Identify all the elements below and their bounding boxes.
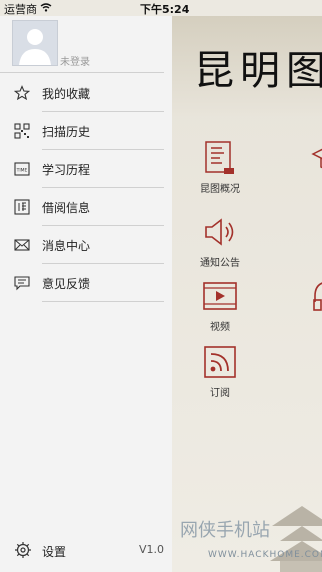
main-panel: 昆明图 昆图概况 学 通知公告 视频	[172, 16, 322, 572]
menu-item-messages[interactable]: 消息中心	[0, 226, 164, 264]
settings-label: 设置	[42, 545, 67, 559]
app-title: 昆明图	[194, 48, 322, 94]
wifi-icon	[40, 3, 52, 12]
svg-text:TIME: TIME	[16, 168, 28, 174]
tile-study[interactable]: 学	[294, 140, 322, 195]
tile-library-overview[interactable]: 昆图概况	[185, 140, 255, 195]
menu-item-label: 借阅信息	[42, 201, 91, 215]
settings-button[interactable]: 设置 V1.0	[0, 536, 164, 566]
mail-icon	[14, 239, 30, 251]
watermark-text: 网侠手机站	[180, 520, 270, 541]
graduation-icon	[311, 148, 322, 169]
clock: 下午5:24	[140, 3, 190, 16]
rss-icon	[204, 346, 236, 378]
menu-item-feedback[interactable]: 意见反馈	[0, 264, 164, 302]
menu-item-label: 意见反馈	[42, 277, 91, 291]
qr-scan-icon	[14, 123, 30, 139]
menu-item-learning-history[interactable]: TIME 学习历程	[0, 150, 164, 188]
user-silhouette-icon	[19, 29, 51, 65]
tile-label: 通知公告	[200, 258, 240, 269]
tile-label: 订阅	[210, 388, 230, 399]
login-status[interactable]: 未登录	[60, 53, 90, 68]
tile-audio[interactable]: 有	[294, 278, 322, 333]
divider	[0, 72, 164, 73]
menu-item-label: 扫描历史	[42, 125, 91, 139]
library-overview-icon	[205, 141, 234, 174]
menu-item-scan-history[interactable]: 扫描历史	[0, 112, 164, 150]
menu-item-label: 我的收藏	[42, 87, 91, 101]
speaker-icon	[205, 218, 234, 246]
tile-video[interactable]: 视频	[185, 278, 255, 333]
side-drawer: 未登录 我的收藏 扫描历史 TIME 学习历程 借阅信息 消息中心 意见反馈 设…	[0, 16, 173, 572]
gear-icon	[15, 542, 31, 558]
status-bar: 运营商 下午5:24	[0, 0, 322, 16]
version-label: V1.0	[139, 543, 165, 556]
time-icon: TIME	[14, 162, 30, 176]
video-icon	[203, 282, 237, 310]
menu-item-favorites[interactable]: 我的收藏	[0, 74, 164, 112]
tile-subscribe[interactable]: 订阅	[185, 344, 255, 399]
menu-item-borrow-info[interactable]: 借阅信息	[0, 188, 164, 226]
audio-icon	[313, 282, 322, 311]
star-icon	[14, 85, 30, 101]
borrow-icon	[14, 199, 30, 215]
tile-label: 视频	[210, 322, 230, 333]
tile-label: 学	[294, 180, 322, 195]
header-banner: 昆明图	[172, 16, 322, 116]
tile-label: 昆图概况	[200, 184, 240, 195]
chat-icon	[14, 276, 30, 291]
carrier-label: 运营商	[4, 3, 37, 16]
watermark-url: WWW.HACKHOME.COM	[208, 550, 322, 560]
menu-item-label: 消息中心	[42, 239, 91, 253]
tile-notices[interactable]: 通知公告	[185, 214, 255, 269]
tile-label: 有	[294, 318, 322, 333]
menu-item-label: 学习历程	[42, 163, 91, 177]
divider	[42, 301, 164, 302]
avatar[interactable]	[12, 20, 58, 66]
